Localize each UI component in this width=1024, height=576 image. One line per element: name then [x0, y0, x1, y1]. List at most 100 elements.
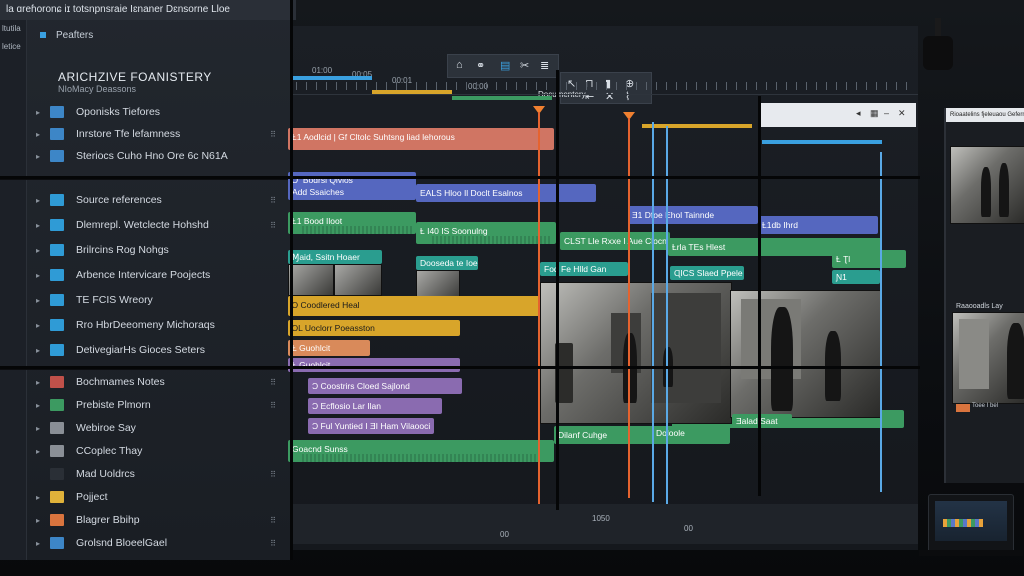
drag-handle-icon[interactable]: ⠿ — [270, 378, 276, 387]
panel-header[interactable]: Peafters — [40, 30, 93, 41]
ruler-tick — [546, 82, 547, 90]
project-panel: Ɩa ɑreɦoronɕ iɪ totsnpnsraie Iɛnaner Dɛn… — [0, 0, 296, 560]
timeline-clip[interactable]: Ƚ Ʈl — [832, 250, 906, 268]
expand-arrow-icon[interactable]: ▸ — [36, 378, 50, 387]
project-item[interactable]: ▸ Blagrer Bbihp ⠿ — [36, 510, 276, 530]
monitor-button[interactable] — [956, 404, 970, 412]
item-color-icon — [50, 244, 64, 256]
reference-photo[interactable] — [952, 312, 1024, 404]
ruler-tick — [726, 82, 727, 90]
scissors-icon[interactable]: ✂ — [520, 59, 529, 72]
playhead[interactable] — [628, 118, 630, 498]
expand-arrow-icon[interactable]: ▸ — [36, 321, 50, 330]
project-item[interactable]: ▸ CCoplec Thay — [36, 441, 276, 461]
home-icon[interactable]: ⌂ — [456, 59, 463, 71]
expand-arrow-icon[interactable]: ▸ — [36, 271, 50, 280]
expand-arrow-icon[interactable]: ▸ — [36, 221, 50, 230]
expand-arrow-icon[interactable]: ▸ — [36, 516, 50, 525]
close-icon[interactable]: ✕ — [898, 108, 906, 119]
timeline-clip[interactable]: ƆL Uoclorr Poeasston — [288, 320, 460, 336]
project-item[interactable]: ▸ Pojject — [36, 487, 276, 507]
item-color-icon — [50, 399, 64, 411]
timeline-clip[interactable]: Ɔ Coostrirs Cloed Sajlond — [308, 378, 462, 394]
timeline-clip[interactable]: Fod Fe Hlld Gan — [540, 262, 628, 276]
expand-arrow-icon[interactable]: ▸ — [36, 130, 50, 139]
timeline-clip[interactable]: Ƚ1 Aodlcid | Gf Cltolc Suhtsng liad leho… — [288, 128, 554, 150]
bars-icon[interactable]: ▤ — [500, 59, 510, 72]
playhead[interactable] — [538, 112, 540, 512]
timeline-clip[interactable]: Ɱaid, Ssitn Hoaer — [288, 250, 382, 264]
drag-handle-icon[interactable]: ⠿ — [270, 401, 276, 410]
project-item[interactable]: ▸ Dlemrepl. Wetclecte Hohshd ⠿ — [36, 215, 276, 235]
project-item[interactable]: ▸ Steriocs Cuho Hno Ore 6c N61A — [36, 146, 276, 166]
timeline-clip[interactable]: Ǝ1 Dfoe Ehol Tainnde — [628, 206, 758, 224]
ruler-tick — [806, 82, 807, 90]
expand-arrow-icon[interactable]: ▸ — [36, 296, 50, 305]
expand-arrow-icon[interactable]: ▸ — [36, 539, 50, 548]
ruler-tick — [436, 82, 437, 90]
project-item[interactable]: ▸ Source references ⠿ — [36, 190, 276, 210]
expand-arrow-icon[interactable]: ▸ — [36, 447, 50, 456]
project-item[interactable]: ▸ Rro HbrDeeomeny Michoraqs — [36, 315, 276, 335]
drag-handle-icon[interactable]: ⠿ — [270, 196, 276, 205]
drag-handle-icon[interactable]: ⠿ — [270, 539, 276, 548]
ruler-tick — [316, 82, 317, 90]
stack-icon[interactable]: ≣ — [540, 59, 549, 72]
project-item[interactable]: ▸ Prebiste Plmorn ⠿ — [36, 395, 276, 415]
ruler-tick — [826, 82, 827, 90]
project-item[interactable]: ▸ Inrstore Tfe lefamness ⠿ — [36, 124, 276, 144]
marker-bar — [292, 76, 372, 80]
timeline-clip[interactable]: Ƚ1db Ihrd — [758, 216, 878, 234]
ruler-tick — [756, 82, 757, 90]
expand-arrow-icon[interactable]: ▸ — [36, 196, 50, 205]
project-item[interactable]: ▸ DetivegiarHs Gioces Seters — [36, 340, 276, 360]
timeline-clip[interactable]: Ƚ Guohlcit — [288, 340, 370, 356]
timeline-clip[interactable]: ɊICS Slaed Ppele — [670, 266, 744, 280]
drag-handle-icon[interactable]: ⠿ — [270, 516, 276, 525]
project-item[interactable]: ▸ Bochmames Notes ⠿ — [36, 372, 276, 392]
project-item[interactable]: Mad Uoldrcs ⠿ — [36, 464, 276, 484]
timeline-clip[interactable]: Ɔ Coodlered Heal — [288, 296, 556, 316]
expand-arrow-icon[interactable]: ▸ — [36, 401, 50, 410]
timeline-clip[interactable]: Ƚ Guohlcit — [288, 358, 460, 372]
drag-handle-icon[interactable]: ⠿ — [270, 221, 276, 230]
ruler-tick — [606, 82, 607, 90]
timeline-clip[interactable]: Dooseda te Ioe — [416, 256, 478, 270]
grid-icon[interactable]: ▦ — [870, 108, 879, 119]
item-color-icon — [50, 445, 64, 457]
drag-handle-icon[interactable]: ⠿ — [270, 470, 276, 479]
item-color-icon — [50, 344, 64, 356]
archive-photo[interactable] — [540, 282, 732, 424]
expand-arrow-icon[interactable]: ▸ — [36, 346, 50, 355]
expand-arrow-icon[interactable]: ▸ — [36, 424, 50, 433]
project-item[interactable]: ▸ Oponisks Tiefores — [36, 102, 276, 122]
minimize-icon[interactable]: – — [884, 108, 889, 118]
link-icon[interactable]: ⚭ — [476, 59, 485, 72]
drag-handle-icon[interactable]: ⠿ — [270, 130, 276, 139]
project-item[interactable]: ▸ Webiroe Say — [36, 418, 276, 438]
expand-arrow-icon[interactable]: ▸ — [36, 246, 50, 255]
project-item[interactable]: ▸ Arbence Intervicare Poojects — [36, 265, 276, 285]
project-item[interactable]: ▸ TE FCIS Wreory — [36, 290, 276, 310]
project-item-label: Dlemrepl. Wetclecte Hohshd — [76, 219, 209, 231]
expand-arrow-icon[interactable]: ▸ — [36, 493, 50, 502]
person-figure — [981, 167, 991, 217]
project-item[interactable]: ▸ Brilrcins Rog Nohgs — [36, 240, 276, 260]
timecode: 01:00 — [312, 66, 333, 75]
ruler-tick — [886, 82, 887, 90]
timeline-clip[interactable]: Ɔ Ecflosio Lar Ilan — [308, 398, 442, 414]
expand-arrow-icon[interactable]: ▸ — [36, 108, 50, 117]
archive-photo[interactable] — [730, 290, 882, 418]
timeline-clip[interactable]: Ǝalad Saat — [732, 414, 792, 428]
project-item[interactable]: ▸ Grolsnd BloeelGael ⠿ — [36, 533, 276, 553]
side-label-tree[interactable]: Ɩetice — [2, 42, 21, 51]
back-icon[interactable]: ◂ — [856, 108, 861, 119]
timeline-clip[interactable]: Ɲ1 — [832, 270, 880, 284]
timeline-clip[interactable]: Ɔ Ful Yuntied I ƎI Ham Vilaooci — [308, 418, 434, 434]
timeline-clip[interactable]: EALS Hloo Il Doclt Esalnos — [416, 184, 596, 202]
expand-arrow-icon[interactable]: ▸ — [36, 152, 50, 161]
timeline-clip[interactable]: Doloole — [652, 426, 724, 440]
transport-strip[interactable]: 00 1050 00 — [292, 504, 918, 544]
side-label-tools[interactable]: Ɩtutila — [2, 24, 21, 33]
reference-photo[interactable] — [950, 146, 1024, 224]
